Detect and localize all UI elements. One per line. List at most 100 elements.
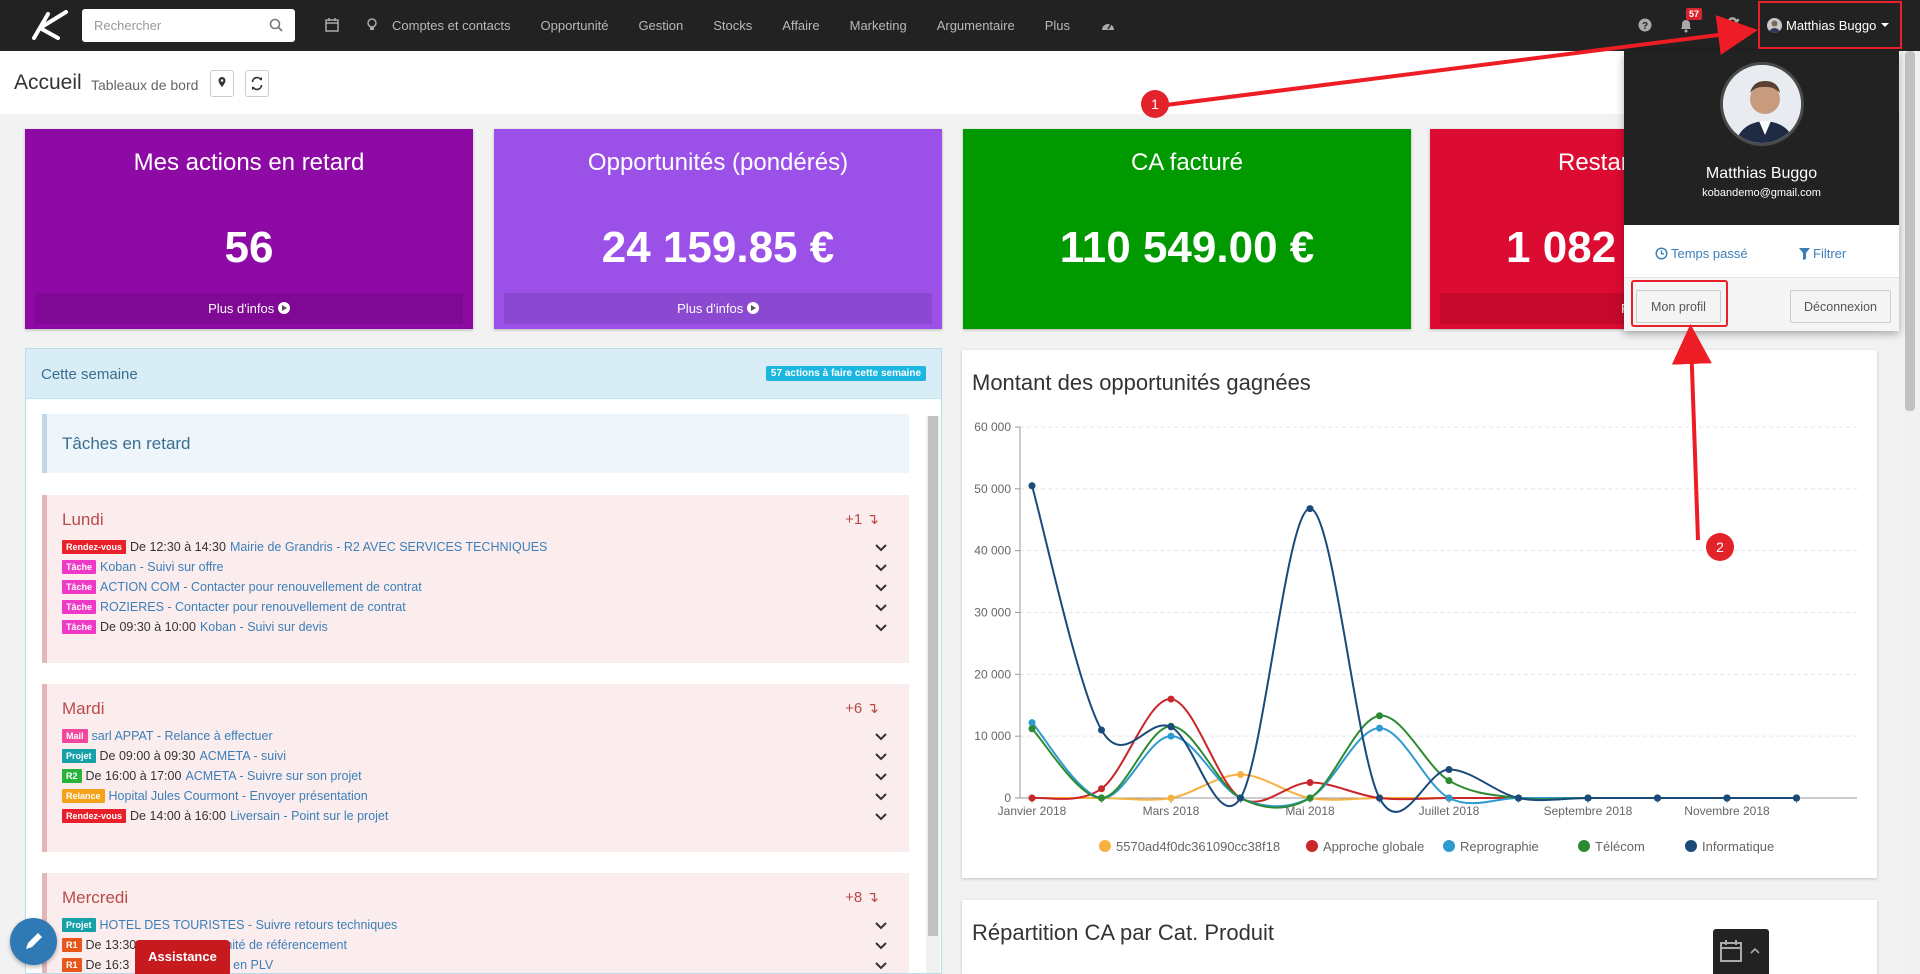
legend-label: 5570ad4f0dc361090cc38f18 (1116, 839, 1280, 854)
svg-text:?: ? (1642, 21, 1648, 32)
logout-button[interactable]: Déconnexion (1790, 290, 1891, 323)
task-item: Mail sarl APPAT - Relance à effectuer (62, 727, 273, 745)
chevron-down-icon[interactable] (875, 922, 887, 930)
filter-link[interactable]: Filtrer (1799, 246, 1846, 261)
profile-photo (1720, 62, 1804, 146)
task-link[interactable]: Hopital Jules Courmont - Envoyer présent… (109, 789, 368, 803)
chevron-down-icon[interactable] (875, 733, 887, 741)
menu-item-marketing[interactable]: Marketing (850, 18, 907, 33)
series-line (1031, 698, 1797, 803)
panel-title: Répartition CA par Cat. Produit (972, 920, 1275, 945)
series-line (1032, 773, 1797, 801)
task-time: De 14:00 à 16:00 (130, 809, 226, 823)
task-link[interactable]: ROZIERES - Contacter pour renouvellement… (100, 600, 406, 614)
task-link[interactable]: HOTEL DES TOURISTES - Suivre retours tec… (100, 918, 398, 932)
this-week-panel: Cette semaine 57 actions à faire cette s… (25, 348, 942, 974)
menu-item-stocks[interactable]: Stocks (713, 18, 752, 33)
task-link[interactable]: ACMETA - suivi (199, 749, 286, 763)
stat-title: Mes actions en retard (133, 149, 365, 176)
search-input[interactable] (82, 9, 257, 42)
chevron-down-icon[interactable] (875, 753, 887, 761)
lightbulb-icon[interactable] (364, 17, 380, 33)
chevron-down-icon[interactable] (875, 584, 887, 592)
stat-value: 56 (224, 223, 274, 272)
more-info-link[interactable]: Plus d'infos (504, 293, 932, 324)
user-avatar (1767, 17, 1782, 33)
day-count[interactable]: +1 ↴ (845, 510, 879, 528)
chevron-down-icon[interactable] (875, 564, 887, 572)
menu-item-opportunite[interactable]: Opportunité (541, 18, 609, 33)
data-point (1376, 724, 1383, 732)
task-tag: R2 (62, 769, 82, 783)
data-point (1306, 794, 1314, 802)
day-tuesday: Mardi +6 ↴ Mail sarl APPAT - Relance à ef… (42, 684, 909, 852)
refresh-button[interactable] (245, 70, 269, 97)
task-time: De 16:00 à 17:00 (85, 769, 182, 783)
pin-button[interactable] (210, 70, 234, 97)
chevron-down-icon[interactable] (875, 942, 887, 950)
task-link[interactable]: Koban - Suivi sur devis (200, 620, 328, 634)
page-scrollbar[interactable] (1900, 51, 1920, 974)
chevron-down-icon[interactable] (875, 813, 887, 821)
arrow-down-icon: ↴ (866, 700, 879, 717)
legend-marker (1306, 840, 1318, 852)
day-count[interactable]: +8 ↴ (845, 888, 879, 906)
question-icon[interactable]: ? (1637, 17, 1653, 33)
clock-icon (1655, 247, 1668, 260)
task-item: Projet De 09:00 à 09:30 ACMETA - suivi (62, 747, 286, 765)
stat-value: 24 159.85 € (601, 223, 835, 272)
chevron-down-icon[interactable] (875, 624, 887, 632)
caret-down-icon (1881, 23, 1890, 27)
search-icon[interactable] (269, 18, 283, 32)
task-item: Relance Hopital Jules Courmont - Envoyer … (62, 787, 368, 805)
task-time: De 09:30 à 10:00 (100, 620, 196, 634)
arrow-down-icon: ↴ (866, 889, 879, 906)
dashboard-icon[interactable] (1100, 18, 1116, 34)
menu-item-affaire[interactable]: Affaire (782, 18, 819, 33)
task-tag: Projet (62, 749, 96, 763)
menu-item-gestion[interactable]: Gestion (638, 18, 683, 33)
chevron-down-icon[interactable] (875, 773, 887, 781)
calendar-icon[interactable] (324, 17, 340, 33)
task-link[interactable]: Koban - Suivi sur offre (100, 560, 223, 574)
time-spent-link[interactable]: Temps passé (1655, 246, 1748, 261)
koban-logo[interactable] (30, 8, 70, 42)
user-name: Matthias Buggo (1786, 17, 1877, 33)
task-link[interactable]: Liversain - Point sur le projet (230, 809, 388, 823)
stat-late-actions: Mes actions en retard 56 Plus d'infos (25, 129, 473, 329)
task-tag: Tâche (62, 600, 97, 614)
calendar-widget-button[interactable] (1713, 929, 1769, 974)
chevron-down-icon[interactable] (875, 962, 887, 970)
task-link[interactable]: Mairie de Grandris - R2 AVEC SERVICES TE… (230, 540, 547, 554)
late-tasks-section[interactable]: Tâches en retard (42, 414, 909, 473)
data-point (1237, 771, 1244, 779)
task-time: De 16:3 (85, 958, 130, 972)
task-tag: Tâche (62, 560, 97, 574)
task-link[interactable]: sarl APPAT - Relance à effectuer (92, 729, 273, 743)
day-count[interactable]: +6 ↴ (845, 699, 879, 717)
menu-item-comptes[interactable]: Comptes et contacts (392, 18, 511, 33)
wrench-icon[interactable] (1725, 17, 1741, 33)
task-time: De 09:00 à 09:30 (99, 749, 196, 763)
chevron-down-icon[interactable] (875, 604, 887, 612)
highlight-profile-box (1631, 280, 1728, 327)
menu-item-argumentaire[interactable]: Argumentaire (937, 18, 1015, 33)
menu-item-plus[interactable]: Plus (1045, 18, 1070, 33)
y-tick-label: 50 000 (974, 482, 1011, 496)
edit-fab-button[interactable] (10, 918, 57, 965)
arrow-circle-right-icon (746, 302, 759, 314)
assistance-button[interactable]: Assistance (135, 940, 230, 974)
stat-value: 110 549.00 € (1059, 223, 1315, 272)
more-info-link[interactable]: Plus d'infos (35, 293, 463, 324)
task-tag: Relance (62, 789, 105, 803)
user-menu-button[interactable]: Matthias Buggo (1758, 1, 1902, 49)
week-scrollbar[interactable] (926, 416, 940, 973)
chevron-down-icon[interactable] (875, 544, 887, 552)
chevron-down-icon[interactable] (875, 793, 887, 801)
data-point (1098, 726, 1105, 734)
task-link[interactable]: ACMETA - Suivre sur son projet (185, 769, 361, 783)
dropdown-links: Temps passé Filtrer (1624, 246, 1899, 266)
task-link[interactable]: ACTION COM - Contacter pour renouvelleme… (100, 580, 422, 594)
task-time: De 12:30 à 14:30 (130, 540, 226, 554)
task-item: Rendez-vous De 14:00 à 16:00 Liversain - P… (62, 807, 388, 825)
